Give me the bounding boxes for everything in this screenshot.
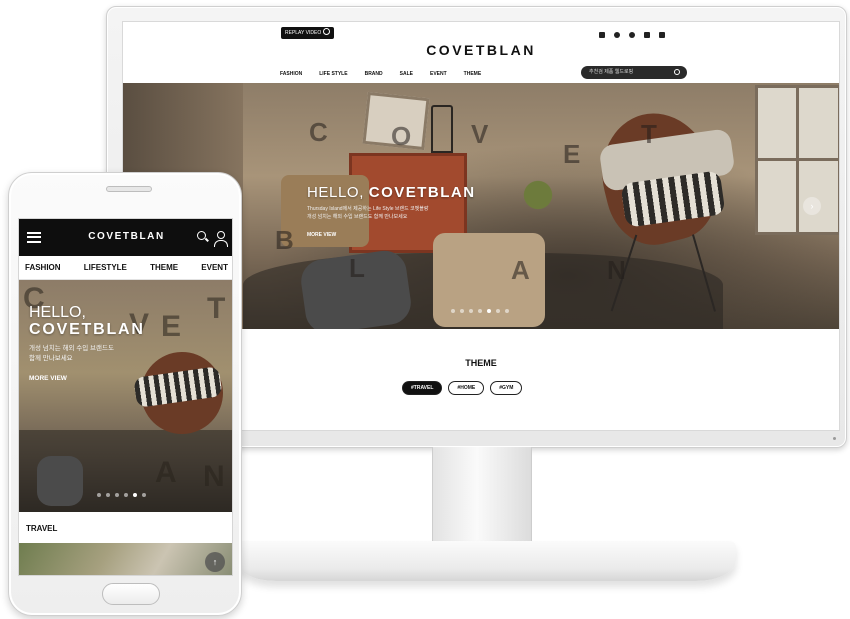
ghost-letter: C (309, 117, 328, 147)
slide-indicator-dot[interactable] (115, 493, 119, 497)
utility-menu (599, 32, 665, 38)
desktop-logo[interactable]: COVETBLAN (123, 42, 839, 58)
hero-photo-lantern (431, 105, 453, 153)
slide-indicator-dot[interactable] (496, 309, 500, 313)
mobile-nav-item-theme[interactable]: THEME (150, 256, 178, 279)
cart-icon[interactable] (659, 32, 665, 38)
nav-item-brand[interactable]: BRAND (365, 71, 383, 77)
lock-icon[interactable] (644, 32, 650, 38)
mobile-hero-banner[interactable]: C V E T A N HELLO, COVETBLAN 개성 넘치는 해외 수… (19, 280, 232, 512)
theme-tag-travel[interactable]: #TRAVEL (402, 381, 443, 395)
nav-item-event[interactable]: EVENT (430, 71, 447, 77)
theme-tag-home[interactable]: #HOME (448, 381, 485, 395)
ghost-letter: T (207, 292, 226, 325)
slide-indicator-dot[interactable] (97, 493, 101, 497)
phone-home-button (102, 583, 160, 605)
slide-indicator-dot[interactable] (469, 309, 473, 313)
monitor-power-led (833, 437, 836, 440)
mobile-more-view-link[interactable]: MORE VIEW (29, 375, 67, 382)
replay-video-button[interactable]: REPLAY VIDEO (281, 27, 335, 39)
hero-slide-indicators (451, 309, 509, 313)
theme-tag-gym[interactable]: #GYM (490, 381, 523, 395)
ghost-letter: L (349, 253, 365, 283)
desktop-main-nav: FASHION LIFE STYLE BRAND SALE EVENT THEM… (280, 71, 481, 77)
mobile-hero-title: HELLO, COVETBLAN (29, 304, 145, 338)
play-icon (323, 28, 331, 35)
slide-indicator-dot[interactable] (124, 493, 128, 497)
mobile-hero-title-prefix: HELLO, (29, 304, 86, 321)
mobile-hero-subtitle-line: 개성 넘치는 해외 수입 브랜드도 (29, 345, 114, 352)
monitor-stand-neck (432, 447, 532, 545)
mobile-hero-title-brand: COVETBLAN (29, 321, 145, 338)
nav-item-theme[interactable]: THEME (464, 71, 482, 77)
mobile-slide-indicators (97, 493, 146, 497)
hero-title-brand: COVETBLAN (368, 184, 476, 201)
nav-item-lifestyle[interactable]: LIFE STYLE (319, 71, 347, 77)
search-icon[interactable] (197, 231, 206, 240)
mobile-main-nav: FASHION LIFESTYLE THEME EVENT (19, 256, 232, 280)
eye-icon[interactable] (629, 32, 635, 38)
slide-indicator-dot[interactable] (478, 309, 482, 313)
theme-tag-list: #TRAVEL #HOME #GYM (402, 381, 523, 395)
monitor-stand-base (236, 541, 736, 581)
mobile-screen: COVETBLAN FASHION LIFESTYLE THEME EVENT … (18, 218, 233, 576)
ghost-letter: V (471, 119, 489, 149)
mobile-hero-subtitle-line: 함께 만나보세요 (29, 355, 73, 362)
ghost-letter: N (607, 255, 626, 285)
search-input[interactable]: 추천검 제품 웹드로핑 (581, 66, 687, 79)
slide-indicator-dot[interactable] (133, 493, 137, 497)
replay-video-label: REPLAY VIDEO (285, 30, 322, 36)
ghost-letter: N (203, 460, 225, 493)
ghost-letter: A (155, 456, 177, 489)
ghost-letter: A (511, 255, 530, 285)
slide-indicator-dot[interactable] (460, 309, 464, 313)
hero-title: HELLO, COVETBLAN (307, 184, 476, 201)
mobile-nav-item-lifestyle[interactable]: LIFESTYLE (84, 256, 127, 279)
mobile-header: COVETBLAN (19, 219, 232, 256)
mobile-nav-item-fashion[interactable]: FASHION (25, 256, 61, 279)
ghost-letter: E (161, 310, 182, 343)
phone-speaker (106, 186, 152, 192)
slide-indicator-dot[interactable] (451, 309, 455, 313)
mobile-travel-thumbnail[interactable] (19, 543, 232, 575)
ghost-letter: O (391, 121, 412, 151)
mobile-hero-subtitle: 개성 넘치는 해외 수입 브랜드도 함께 만나보세요 (29, 344, 149, 364)
slide-indicator-dot[interactable] (106, 493, 110, 497)
slide-indicator-dot[interactable] (505, 309, 509, 313)
ghost-letter: T (641, 119, 657, 149)
mobile-section-title: TRAVEL (26, 524, 58, 533)
mobile-hero-photo-floor-pillow (37, 456, 83, 506)
slide-indicator-dot[interactable] (142, 493, 146, 497)
nav-item-fashion[interactable]: FASHION (280, 71, 302, 77)
user-icon[interactable] (214, 231, 228, 247)
mobile-nav-item-event[interactable]: EVENT (201, 256, 228, 279)
hero-title-prefix: HELLO, (307, 184, 364, 201)
user-icon[interactable] (599, 32, 605, 38)
heart-icon[interactable] (614, 32, 620, 38)
ghost-letter: E (563, 139, 581, 169)
ghost-letter: B (275, 225, 294, 255)
nav-item-sale[interactable]: SALE (400, 71, 413, 77)
slide-indicator-dot[interactable] (487, 309, 491, 313)
hero-photo-window (755, 85, 839, 235)
hero-next-arrow-icon[interactable]: › (803, 197, 821, 215)
hero-subtitle-line: Thursday Island에서 제공하는 Life Style 브랜드 코벳… (307, 206, 429, 212)
hero-more-view-link[interactable]: MORE VIEW (307, 232, 336, 238)
scroll-top-icon[interactable]: ↑ (205, 552, 225, 572)
search-icon[interactable] (674, 69, 680, 75)
hero-subtitle: Thursday Island에서 제공하는 Life Style 브랜드 코벳… (307, 205, 537, 221)
search-placeholder: 추천검 제품 웹드로핑 (589, 69, 634, 75)
hero-subtitle-line: 개성 넘치는 해외 수입 브랜드도 함께 만나보세요 (307, 214, 408, 220)
